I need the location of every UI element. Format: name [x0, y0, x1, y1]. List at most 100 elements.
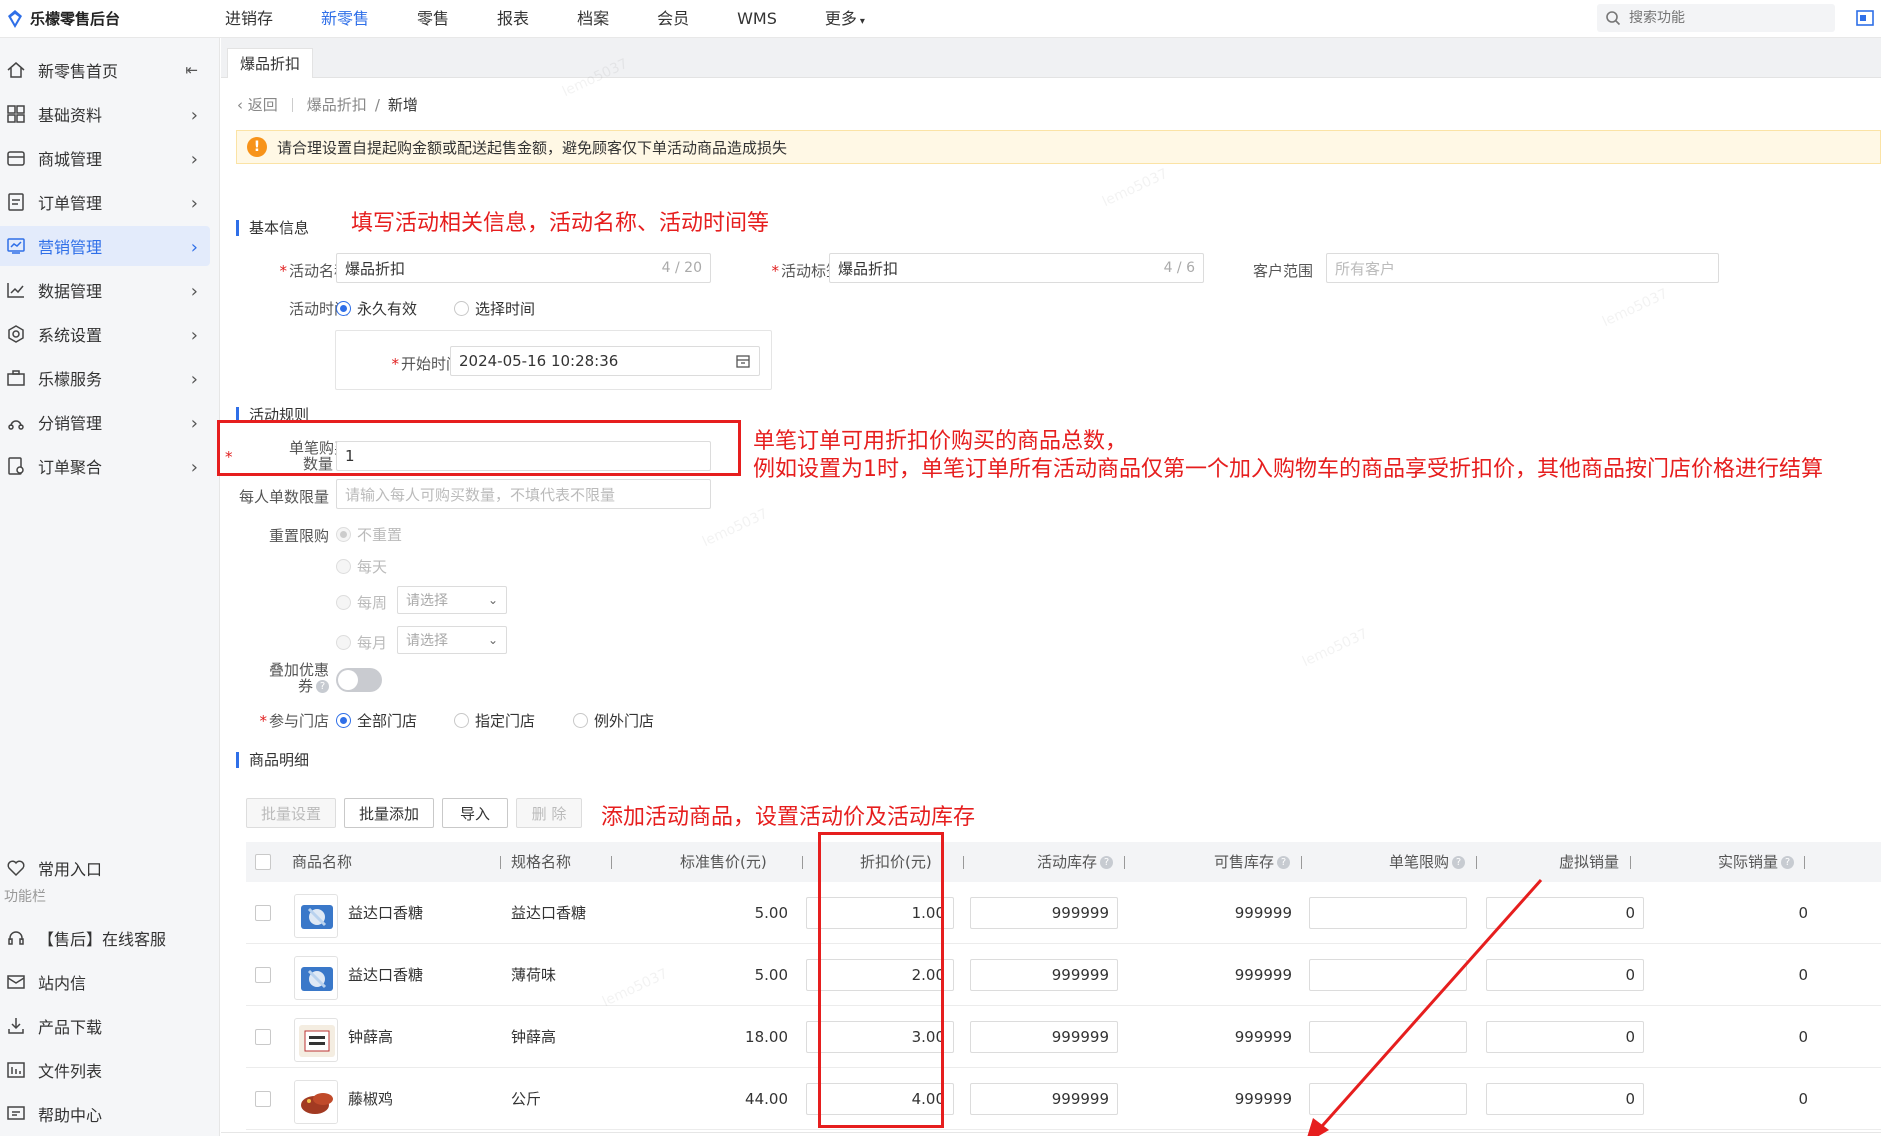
per-person-limit-input[interactable]: 请输入每人可购买数量，不填代表不限量	[336, 479, 711, 509]
activity-tag-label: * 活动标签	[731, 260, 841, 281]
col-divider	[500, 856, 501, 869]
start-time-input[interactable]: 2024-05-16 10:28:36	[450, 346, 760, 376]
radio-store-specified[interactable]: 指定门店	[454, 710, 535, 731]
sellable-stock: 999999	[1234, 1090, 1292, 1108]
weekly-select-value: 请选择	[406, 593, 448, 609]
activity-tag-input[interactable]: 爆品折扣 4 / 6	[829, 253, 1204, 283]
row-checkbox[interactable]	[255, 1091, 271, 1107]
activity-name-value: 爆品折扣	[345, 259, 406, 278]
nav-item-wms[interactable]: WMS	[724, 0, 790, 38]
sidebar-item-service[interactable]: 乐檬服务 ›	[0, 358, 210, 398]
calendar-icon[interactable]	[735, 353, 751, 369]
help-question-icon[interactable]: ?	[1452, 856, 1466, 869]
col-sellable-stock-label: 可售库存	[1214, 853, 1275, 871]
nav-item-more[interactable]: 更多 ▾	[812, 0, 878, 38]
standard-price: 5.00	[754, 966, 788, 984]
sidebar-item-mall[interactable]: 商城管理 ›	[0, 138, 210, 178]
customer-range-label: 客户范围	[1252, 262, 1313, 280]
app-logo[interactable]: 乐檬零售后台	[6, 8, 120, 29]
chevron-right-icon: ›	[190, 369, 198, 390]
sellable-stock: 999999	[1234, 966, 1292, 984]
sidebar-item-help[interactable]: 帮助中心	[0, 1094, 210, 1134]
search-icon	[1606, 11, 1621, 26]
activity-stock-input[interactable]: 999999	[970, 1021, 1118, 1053]
nav-item-members[interactable]: 会员	[644, 0, 702, 38]
row-checkbox[interactable]	[255, 1029, 271, 1045]
sellable-stock: 999999	[1234, 904, 1292, 922]
sidebar-item-settings[interactable]: 系统设置 ›	[0, 314, 210, 354]
stack-coupon-toggle[interactable]	[336, 668, 382, 692]
collapse-sidebar-icon[interactable]: ⇤	[185, 61, 198, 79]
delete-button[interactable]: 删 除	[516, 798, 582, 828]
activity-stock-input[interactable]: 999999	[970, 1083, 1118, 1115]
sidebar-item-download[interactable]: 产品下载	[0, 1006, 210, 1046]
radio-reset-daily-label: 每天	[357, 558, 388, 576]
search-input[interactable]	[1629, 10, 1809, 26]
row-checkbox[interactable]	[255, 967, 271, 983]
sidebar-item-orders[interactable]: 订单管理 ›	[0, 182, 210, 222]
col-actual-sales-label: 实际销量	[1718, 853, 1779, 871]
sidebar-item-basic-data[interactable]: 基础资料 ›	[0, 94, 210, 134]
radio-forever[interactable]: 永久有效	[336, 298, 417, 319]
sidebar-item-label: 商城管理	[38, 150, 103, 169]
help-question-icon[interactable]: ?	[1277, 856, 1291, 869]
help-question-icon[interactable]: ?	[1781, 856, 1795, 869]
chevron-right-icon: ›	[190, 149, 198, 170]
breadcrumb-parent[interactable]: 爆品折扣	[307, 94, 367, 115]
chevron-right-icon: ›	[190, 105, 198, 126]
monthly-select[interactable]: 请选择 ⌄	[397, 626, 507, 654]
sidebar-common-entry[interactable]: 常用入口	[0, 848, 210, 888]
radio-store-except[interactable]: 例外门店	[573, 710, 654, 731]
search-box[interactable]	[1597, 4, 1835, 32]
radio-select-time[interactable]: 选择时间	[454, 298, 535, 319]
sidebar-item-inbox[interactable]: 站内信	[0, 962, 210, 1002]
select-all-checkbox[interactable]	[255, 854, 271, 870]
radio-reset-monthly[interactable]: 每月	[336, 632, 387, 653]
nav-item-reports[interactable]: 报表	[484, 0, 542, 38]
import-button[interactable]: 导入	[442, 798, 508, 828]
radio-reset-daily[interactable]: 每天	[336, 556, 387, 577]
help-question-icon[interactable]: ?	[1100, 856, 1114, 869]
sidebar-item-home[interactable]: 新零售首页 ⇤	[0, 50, 210, 90]
row-checkbox[interactable]	[255, 905, 271, 921]
activity-name-label: * 活动名称	[231, 260, 349, 281]
required-mark: *	[259, 712, 267, 730]
fullscreen-icon[interactable]	[1855, 8, 1875, 28]
customer-range-input[interactable]: 所有客户	[1326, 253, 1719, 283]
activity-name-input[interactable]: 爆品折扣 4 / 20	[336, 253, 711, 283]
sidebar-item-data[interactable]: 数据管理 ›	[0, 270, 210, 310]
help-question-icon[interactable]: ?	[316, 680, 329, 693]
nav-item-retail[interactable]: 零售	[404, 0, 462, 38]
activity-stock-input[interactable]: 999999	[970, 897, 1118, 929]
tab-discount[interactable]: 爆品折扣	[227, 48, 314, 78]
nav-item-new-retail[interactable]: 新零售	[308, 0, 382, 38]
breadcrumb-divider	[291, 97, 293, 112]
annotation-box-single-qty	[217, 420, 741, 476]
customer-range-placeholder: 所有客户	[1335, 259, 1396, 278]
sidebar-item-label: 订单管理	[38, 194, 103, 213]
stack-coupon-label-line2: 券	[297, 677, 313, 695]
sidebar-item-online-service[interactable]: 【售后】在线客服	[0, 918, 210, 958]
distribution-icon	[6, 412, 26, 432]
activity-stock-input[interactable]: 999999	[970, 959, 1118, 991]
nav-item-inventory[interactable]: 进销存	[212, 0, 286, 38]
sidebar-item-distribution[interactable]: 分销管理 ›	[0, 402, 210, 442]
weekly-select[interactable]: 请选择 ⌄	[397, 586, 507, 614]
goods-name: 藤椒鸡	[348, 1090, 394, 1108]
batch-add-button[interactable]: 批量添加	[344, 798, 434, 828]
gum-thumb	[294, 956, 338, 1000]
radio-dot	[336, 595, 351, 610]
radio-store-all[interactable]: 全部门店	[336, 710, 417, 731]
spec-name: 益达口香糖	[511, 904, 587, 922]
table-row: 益达口香糖 薄荷味 5.00 2.00 999999 999999 0 0	[246, 944, 1881, 1006]
back-link[interactable]: ‹ 返回	[237, 94, 278, 115]
radio-reset-none[interactable]: 不重置	[336, 524, 402, 545]
headset-icon	[6, 928, 26, 948]
sidebar-item-aggregate[interactable]: 订单聚合 ›	[0, 446, 210, 486]
sidebar-item-file-list[interactable]: 文件列表	[0, 1050, 210, 1090]
chevron-right-icon: ›	[190, 237, 198, 258]
nav-item-archives[interactable]: 档案	[564, 0, 622, 38]
radio-reset-weekly[interactable]: 每周	[336, 592, 387, 613]
batch-set-button[interactable]: 批量设置	[246, 798, 336, 828]
sidebar-item-marketing[interactable]: 营销管理 ›	[0, 226, 210, 266]
